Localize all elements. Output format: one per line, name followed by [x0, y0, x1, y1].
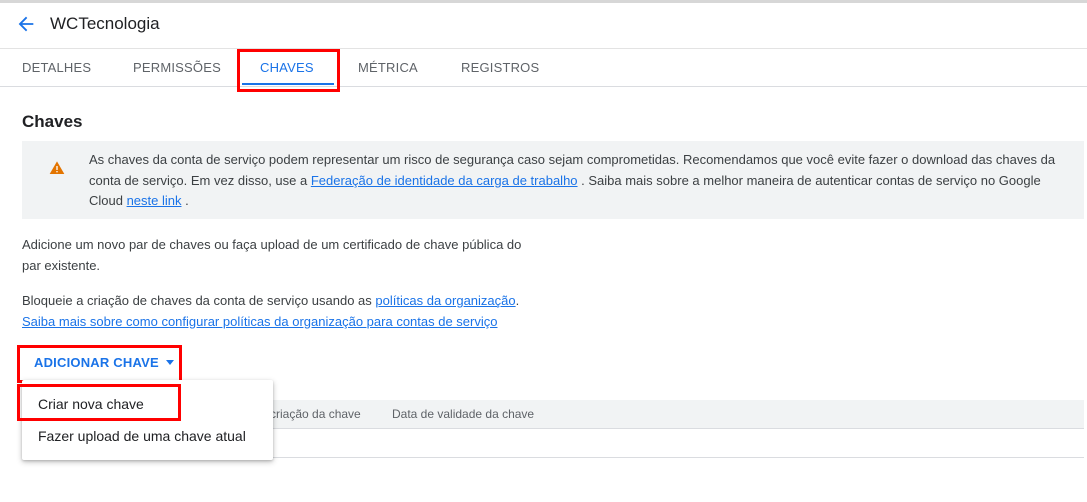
- configure-policies-link[interactable]: Saiba mais sobre como configurar polític…: [22, 314, 497, 329]
- tab-metrica[interactable]: MÉTRICA: [358, 60, 418, 75]
- menu-item-upload-key[interactable]: Fazer upload de uma chave atual: [38, 428, 246, 444]
- warning-icon: [49, 161, 65, 174]
- tab-chaves[interactable]: CHAVES: [260, 60, 314, 75]
- column-creation-date: criação da chave: [270, 407, 361, 421]
- org-policy-text-end: .: [515, 293, 520, 308]
- add-key-button[interactable]: ADICIONAR CHAVE: [34, 355, 174, 370]
- org-policies-link[interactable]: políticas da organização: [375, 293, 515, 308]
- caret-down-icon: [165, 360, 174, 365]
- alert-text-part: .: [181, 193, 189, 208]
- add-key-label: ADICIONAR CHAVE: [34, 355, 159, 370]
- tab-registros[interactable]: REGISTROS: [461, 60, 539, 75]
- add-key-description: Adicione um novo par de chaves ou faça u…: [22, 237, 522, 273]
- arrow-left-icon[interactable]: [15, 13, 37, 35]
- alert-text: As chaves da conta de serviço podem repr…: [89, 150, 1074, 212]
- active-tab-indicator: [242, 83, 334, 85]
- tab-permissoes[interactable]: PERMISSÕES: [133, 60, 221, 75]
- page-header: WCTecnologia: [0, 3, 1087, 48]
- page-title: WCTecnologia: [50, 14, 160, 33]
- section-title: Chaves: [22, 112, 83, 131]
- tab-detalhes[interactable]: DETALHES: [22, 60, 91, 75]
- org-policy-description: Bloqueie a criação de chaves da conta de…: [22, 291, 582, 332]
- workload-identity-link[interactable]: Federação de identidade da carga de trab…: [311, 173, 578, 188]
- org-policy-text: Bloqueie a criação de chaves da conta de…: [22, 293, 376, 308]
- add-key-menu: [22, 380, 273, 460]
- column-expiration-date: Data de validade da chave: [392, 407, 535, 421]
- learn-more-link[interactable]: neste link: [127, 193, 182, 208]
- menu-item-create-key[interactable]: Criar nova chave: [38, 396, 144, 412]
